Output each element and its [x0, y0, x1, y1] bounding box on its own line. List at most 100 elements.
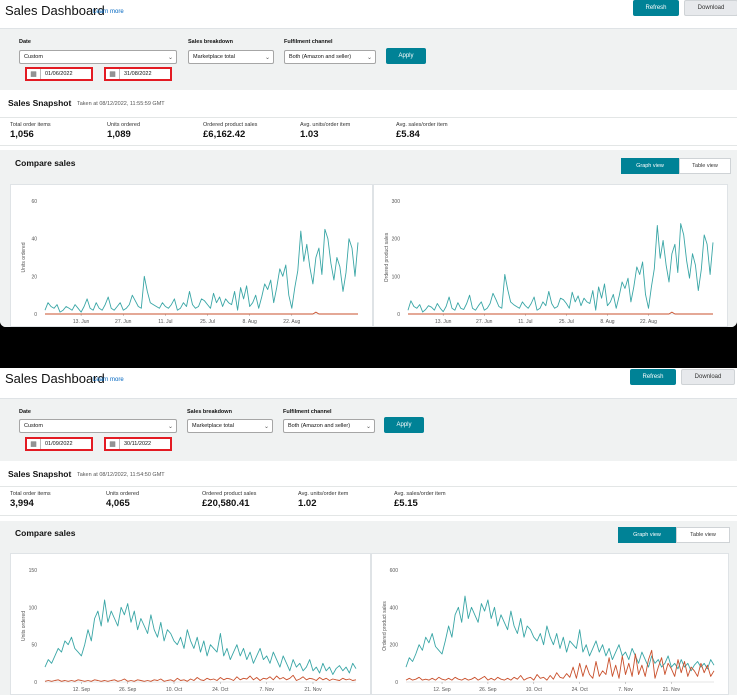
snapshot-timestamp: Taken at 08/12/2022, 11:55:59 GMT: [77, 101, 165, 107]
x-tick-label: 25. Jul: [200, 319, 215, 325]
metric-total-order-items: Total order items 1,056: [10, 122, 51, 140]
units-ordered-chart-svg: 0 50 100 150 Units ordered 12. Sep 26. Sep 10. …: [21, 568, 357, 693]
sales-snapshot: Sales Snapshot Taken at 08/12/2022, 11:5…: [0, 90, 737, 150]
date-range-select[interactable]: Custom ⌄: [19, 50, 177, 64]
y-tick-label: 50: [31, 643, 37, 649]
metric-value: £5.15: [394, 498, 418, 509]
date-range-value: Custom: [24, 423, 43, 429]
refresh-button[interactable]: Refresh: [633, 0, 679, 16]
end-date-field[interactable]: ▦ 31/08/2022: [104, 67, 172, 81]
metric-value: £20,580.41: [202, 498, 250, 509]
y-tick-label: 100: [392, 274, 401, 280]
metric-value: £5.84: [396, 129, 420, 140]
date-label: Date: [19, 409, 31, 415]
sales-breakdown-select[interactable]: Marketplace total ⌄: [188, 50, 274, 64]
y-axis-label: Units ordered: [21, 611, 27, 641]
end-date-value: 31/08/2022: [124, 71, 152, 77]
x-tick-label: 24. Oct: [212, 687, 229, 693]
units-ordered-chart-svg: 0 20 40 60 Units ordered 13. Jun 27. Jun 11. Ju…: [21, 199, 359, 325]
series-line-red: [408, 311, 713, 315]
page-title: Sales Dashboard: [5, 371, 105, 386]
calendar-icon: ▦: [106, 69, 120, 79]
table-view-toggle[interactable]: Table view: [679, 158, 731, 174]
ordered-product-sales-chart-svg: 0 200 400 600 Ordered product sales 12. Sep 26…: [382, 568, 715, 693]
fulfilment-channel-select[interactable]: Both (Amazon and seller) ⌄: [284, 50, 376, 64]
x-tick-label: 7. Nov: [618, 687, 633, 693]
series-line-red: [405, 649, 715, 681]
metric-label: Avg. units/order item: [298, 491, 349, 497]
learn-more-link[interactable]: Learn more: [93, 9, 124, 15]
fulfilment-channel-value: Both (Amazon and seller): [288, 423, 351, 429]
start-date-value: 01/06/2022: [45, 71, 73, 77]
learn-more-link[interactable]: Learn more: [93, 377, 124, 383]
x-tick-label: 11. Jul: [518, 319, 532, 325]
x-tick-label: 26. Sep: [119, 687, 136, 693]
dashboard-panel-2: Sales Dashboard Learn more Refresh Downl…: [0, 368, 737, 695]
sales-breakdown-label: Sales breakdown: [187, 409, 232, 415]
calendar-icon: ▦: [27, 69, 41, 79]
fulfilment-channel-label: Fulfilment channel: [284, 39, 333, 45]
y-tick-label: 40: [31, 237, 37, 243]
y-axis-label: Ordered product sales: [382, 601, 388, 651]
chevron-down-icon: ⌄: [167, 424, 173, 430]
apply-button[interactable]: Apply: [386, 48, 426, 64]
download-button[interactable]: Download: [684, 0, 737, 16]
y-tick-label: 60: [31, 199, 37, 205]
y-tick-label: 200: [392, 237, 401, 243]
x-tick-label: 12. Sep: [73, 687, 90, 693]
refresh-button[interactable]: Refresh: [630, 369, 676, 385]
x-tick-label: 10. Oct: [166, 687, 183, 693]
table-view-toggle[interactable]: Table view: [676, 527, 730, 543]
units-ordered-chart: 0 50 100 150 Units ordered 12. Sep 26. Sep 10. …: [10, 553, 371, 695]
start-date-field[interactable]: ▦ 01/09/2022: [25, 437, 93, 451]
page-title: Sales Dashboard: [5, 3, 105, 18]
metric-value: 1.03: [300, 129, 319, 140]
series-line-teal: [407, 223, 714, 313]
x-tick-label: 8. Aug: [600, 319, 614, 325]
sales-breakdown-label: Sales breakdown: [188, 39, 233, 45]
metric-label: Avg. sales/order item: [396, 122, 448, 128]
x-tick-label: 8. Aug: [243, 319, 257, 325]
start-date-value: 01/09/2022: [45, 441, 73, 447]
series-line-red: [44, 674, 357, 682]
graph-view-toggle[interactable]: Graph view: [621, 158, 679, 174]
apply-button[interactable]: Apply: [384, 417, 424, 433]
y-tick-label: 300: [392, 199, 401, 205]
y-tick-label: 400: [390, 605, 399, 611]
units-ordered-chart: 0 20 40 60 Units ordered 13. Jun 27. Jun 11. Ju…: [10, 184, 373, 327]
metric-value: 3,994: [10, 498, 34, 509]
x-tick-label: 22. Aug: [283, 319, 300, 325]
metric-label: Ordered product sales: [203, 122, 258, 128]
header: Sales Dashboard Learn more Refresh Downl…: [0, 368, 737, 396]
ordered-product-sales-chart: 0 200 400 600 Ordered product sales 12. Sep 26…: [371, 553, 729, 695]
fulfilment-channel-label: Fulfilment channel: [283, 409, 332, 415]
y-tick-label: 0: [395, 680, 398, 686]
sales-breakdown-value: Marketplace total: [193, 54, 235, 60]
x-tick-label: 7. Nov: [259, 687, 274, 693]
graph-view-toggle[interactable]: Graph view: [618, 527, 676, 543]
series-line-teal: [44, 228, 359, 313]
start-date-field[interactable]: ▦ 01/06/2022: [25, 67, 93, 81]
calendar-icon: ▦: [27, 439, 41, 449]
x-tick-label: 25. Jul: [559, 319, 574, 325]
y-tick-label: 600: [390, 568, 399, 574]
date-range-value: Custom: [24, 54, 43, 60]
y-tick-label: 0: [397, 312, 400, 318]
x-tick-label: 12. Sep: [433, 687, 450, 693]
x-tick-label: 21. Nov: [304, 687, 322, 693]
metric-units-ordered: Units ordered 4,065: [106, 491, 139, 509]
end-date-field[interactable]: ▦ 30/11/2022: [104, 437, 172, 451]
fulfilment-channel-select[interactable]: Both (Amazon and seller) ⌄: [283, 419, 375, 433]
snapshot-title: Sales Snapshot: [8, 98, 72, 108]
calendar-icon: ▦: [106, 439, 120, 449]
sales-breakdown-select[interactable]: Marketplace total ⌄: [187, 419, 273, 433]
metric-label: Ordered product sales: [202, 491, 257, 497]
metric-label: Total order items: [10, 122, 51, 128]
series-line-red: [45, 311, 358, 315]
x-tick-label: 11. Jul: [158, 319, 172, 325]
metric-value: 1,089: [107, 129, 131, 140]
download-button[interactable]: Download: [681, 369, 735, 385]
metric-label: Avg. sales/order item: [394, 491, 446, 497]
chevron-down-icon: ⌄: [365, 424, 371, 430]
date-range-select[interactable]: Custom ⌄: [19, 419, 177, 433]
